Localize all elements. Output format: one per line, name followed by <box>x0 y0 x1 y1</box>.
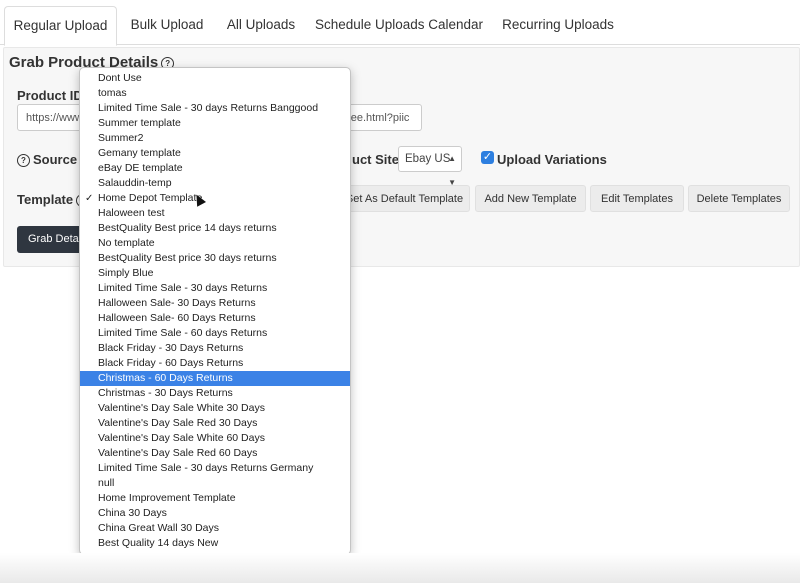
dropdown-option-label: Valentine's Day Sale White 30 Days <box>98 402 265 414</box>
dropdown-option-label: Summer template <box>98 117 181 129</box>
dropdown-option-label: BestQuality Best price 30 days returns <box>98 252 277 264</box>
dropdown-option-label: Dont Use <box>98 72 142 84</box>
dropdown-option-label: Valentine's Day Sale Red 30 Days <box>98 417 258 429</box>
bottom-fade <box>0 553 800 583</box>
dropdown-option[interactable]: China Great Wall 30 Days <box>80 521 350 536</box>
dropdown-option[interactable]: Limited Time Sale - 60 days Returns <box>80 326 350 341</box>
set-default-template-button[interactable]: Set As Default Template <box>340 185 470 212</box>
dropdown-option-label: BestQuality Best price 14 days returns <box>98 222 277 234</box>
dropdown-option[interactable]: No template <box>80 236 350 251</box>
dropdown-option[interactable]: Simply Blue <box>80 266 350 281</box>
dropdown-option[interactable]: Halloween Sale- 30 Days Returns <box>80 296 350 311</box>
dropdown-option-label: Limited Time Sale - 30 days Returns Germ… <box>98 462 314 474</box>
help-icon[interactable]: ? <box>17 154 30 168</box>
dropdown-option[interactable]: Haloween test <box>80 206 350 221</box>
dropdown-option-label: Best Quality 14 days New <box>98 537 219 549</box>
dropdown-option-label: Christmas - 60 Days Returns <box>98 372 233 384</box>
dropdown-option[interactable]: Dont Use <box>80 71 350 86</box>
dropdown-option-label: No template <box>98 237 155 249</box>
dropdown-option[interactable]: null <box>80 476 350 491</box>
checkmark-icon: ✓ <box>482 151 493 163</box>
tab-schedule-uploads-calendar[interactable]: Schedule Uploads Calendar <box>310 6 488 45</box>
dropdown-option[interactable]: Salauddin-temp <box>80 176 350 191</box>
dropdown-option-label: Gemany template <box>98 147 181 159</box>
dropdown-option-label: Black Friday - 30 Days Returns <box>98 342 244 354</box>
dropdown-option-label: Christmas - 30 Days Returns <box>98 387 233 399</box>
dropdown-option-label: Limited Time Sale - 30 days Returns <box>98 282 268 294</box>
dropdown-option[interactable]: Summer2 <box>80 131 350 146</box>
edit-templates-button[interactable]: Edit Templates <box>590 185 684 212</box>
upload-variations-label: Upload Variations <box>497 152 607 167</box>
dropdown-option-label: Limited Time Sale - 60 days Returns <box>98 327 268 339</box>
dropdown-option[interactable]: Valentine's Day Sale White 60 Days <box>80 431 350 446</box>
upload-variations-checkbox[interactable]: ✓ <box>481 151 494 164</box>
dropdown-option[interactable]: China 30 Days <box>80 506 350 521</box>
product-site-label: uct Site <box>352 152 399 167</box>
product-url-input-right[interactable]: tree.html?piic <box>340 104 422 131</box>
dropdown-option[interactable]: tomas <box>80 86 350 101</box>
dropdown-option[interactable]: Home Improvement Template <box>80 491 350 506</box>
dropdown-option-label: Limited Time Sale - 30 days Returns Bang… <box>98 102 319 114</box>
dropdown-option[interactable]: Black Friday - 60 Days Returns <box>80 356 350 371</box>
product-url-input-left[interactable]: https://www <box>17 104 87 131</box>
dropdown-option[interactable]: Christmas - 30 Days Returns <box>80 386 350 401</box>
dropdown-option[interactable]: Best Quality 14 days New <box>80 536 350 551</box>
tab-recurring-uploads[interactable]: Recurring Uploads <box>492 6 624 45</box>
delete-templates-button[interactable]: Delete Templates <box>688 185 790 212</box>
dropdown-option[interactable]: Valentine's Day Sale Red 60 Days <box>80 446 350 461</box>
dropdown-option[interactable]: BestQuality Best price 30 days returns <box>80 251 350 266</box>
product-site-select[interactable]: Ebay US ▲ ▼ <box>398 146 462 187</box>
add-new-template-button[interactable]: Add New Template <box>475 185 586 212</box>
dropdown-option[interactable]: Limited Time Sale - 30 days Returns Bang… <box>80 101 350 116</box>
dropdown-option[interactable]: Christmas - 60 Days Returns <box>80 371 350 386</box>
tab-all-uploads[interactable]: All Uploads <box>216 6 306 45</box>
dropdown-option[interactable]: Gemany template <box>80 146 350 161</box>
dropdown-option-label: eBay DE template <box>98 162 183 174</box>
dropdown-option-label: null <box>98 477 115 489</box>
dropdown-option[interactable]: Black Friday - 30 Days Returns <box>80 341 350 356</box>
dropdown-option-label: Valentine's Day Sale Red 60 Days <box>98 447 258 459</box>
dropdown-option[interactable]: eBay DE template <box>80 161 350 176</box>
dropdown-option-label: China Great Wall 30 Days <box>98 522 219 534</box>
source-label: ? Source I <box>17 152 84 168</box>
dropdown-option-label: Halloween Sale- 30 Days Returns <box>98 297 256 309</box>
dropdown-option[interactable]: Valentine's Day Sale Red 30 Days <box>80 416 350 431</box>
template-dropdown-menu[interactable]: Dont Use tomas Limited Time Sale - 30 days… <box>79 67 351 555</box>
dropdown-option[interactable]: BestQuality Best price 14 days returns <box>80 221 350 236</box>
product-id-label: Product ID <box>17 88 83 103</box>
dropdown-option-label: Valentine's Day Sale White 60 Days <box>98 432 265 444</box>
checkmark-icon: ✓ <box>85 193 94 204</box>
dropdown-option-label: Halloween Sale- 60 Days Returns <box>98 312 256 324</box>
dropdown-option-label: Black Friday - 60 Days Returns <box>98 357 244 369</box>
dropdown-option-label: Home Depot Template <box>98 192 203 204</box>
dropdown-option-label: China 30 Days <box>98 507 167 519</box>
dropdown-option[interactable]: ✓ Home Depot Template <box>80 191 350 206</box>
upload-tabs: Regular Upload Bulk Upload All Uploads S… <box>0 0 800 46</box>
dropdown-option[interactable]: Limited Time Sale - 30 days Returns Germ… <box>80 461 350 476</box>
dropdown-option[interactable]: Limited Time Sale - 30 days Returns <box>80 281 350 296</box>
dropdown-option-label: tomas <box>98 87 127 99</box>
dropdown-option-label: Salauddin-temp <box>98 177 172 189</box>
grab-details-button[interactable]: Grab Deta <box>17 226 87 253</box>
dropdown-option-label: Home Improvement Template <box>98 492 236 504</box>
tab-bulk-upload[interactable]: Bulk Upload <box>122 6 212 45</box>
tab-regular-upload[interactable]: Regular Upload <box>4 6 117 46</box>
dropdown-option-label: Summer2 <box>98 132 144 144</box>
dropdown-option-label: Haloween test <box>98 207 165 219</box>
dropdown-option[interactable]: Valentine's Day Sale White 30 Days <box>80 401 350 416</box>
dropdown-option-label: Simply Blue <box>98 267 154 279</box>
dropdown-option[interactable]: Summer template <box>80 116 350 131</box>
dropdown-option[interactable]: Halloween Sale- 60 Days Returns <box>80 311 350 326</box>
